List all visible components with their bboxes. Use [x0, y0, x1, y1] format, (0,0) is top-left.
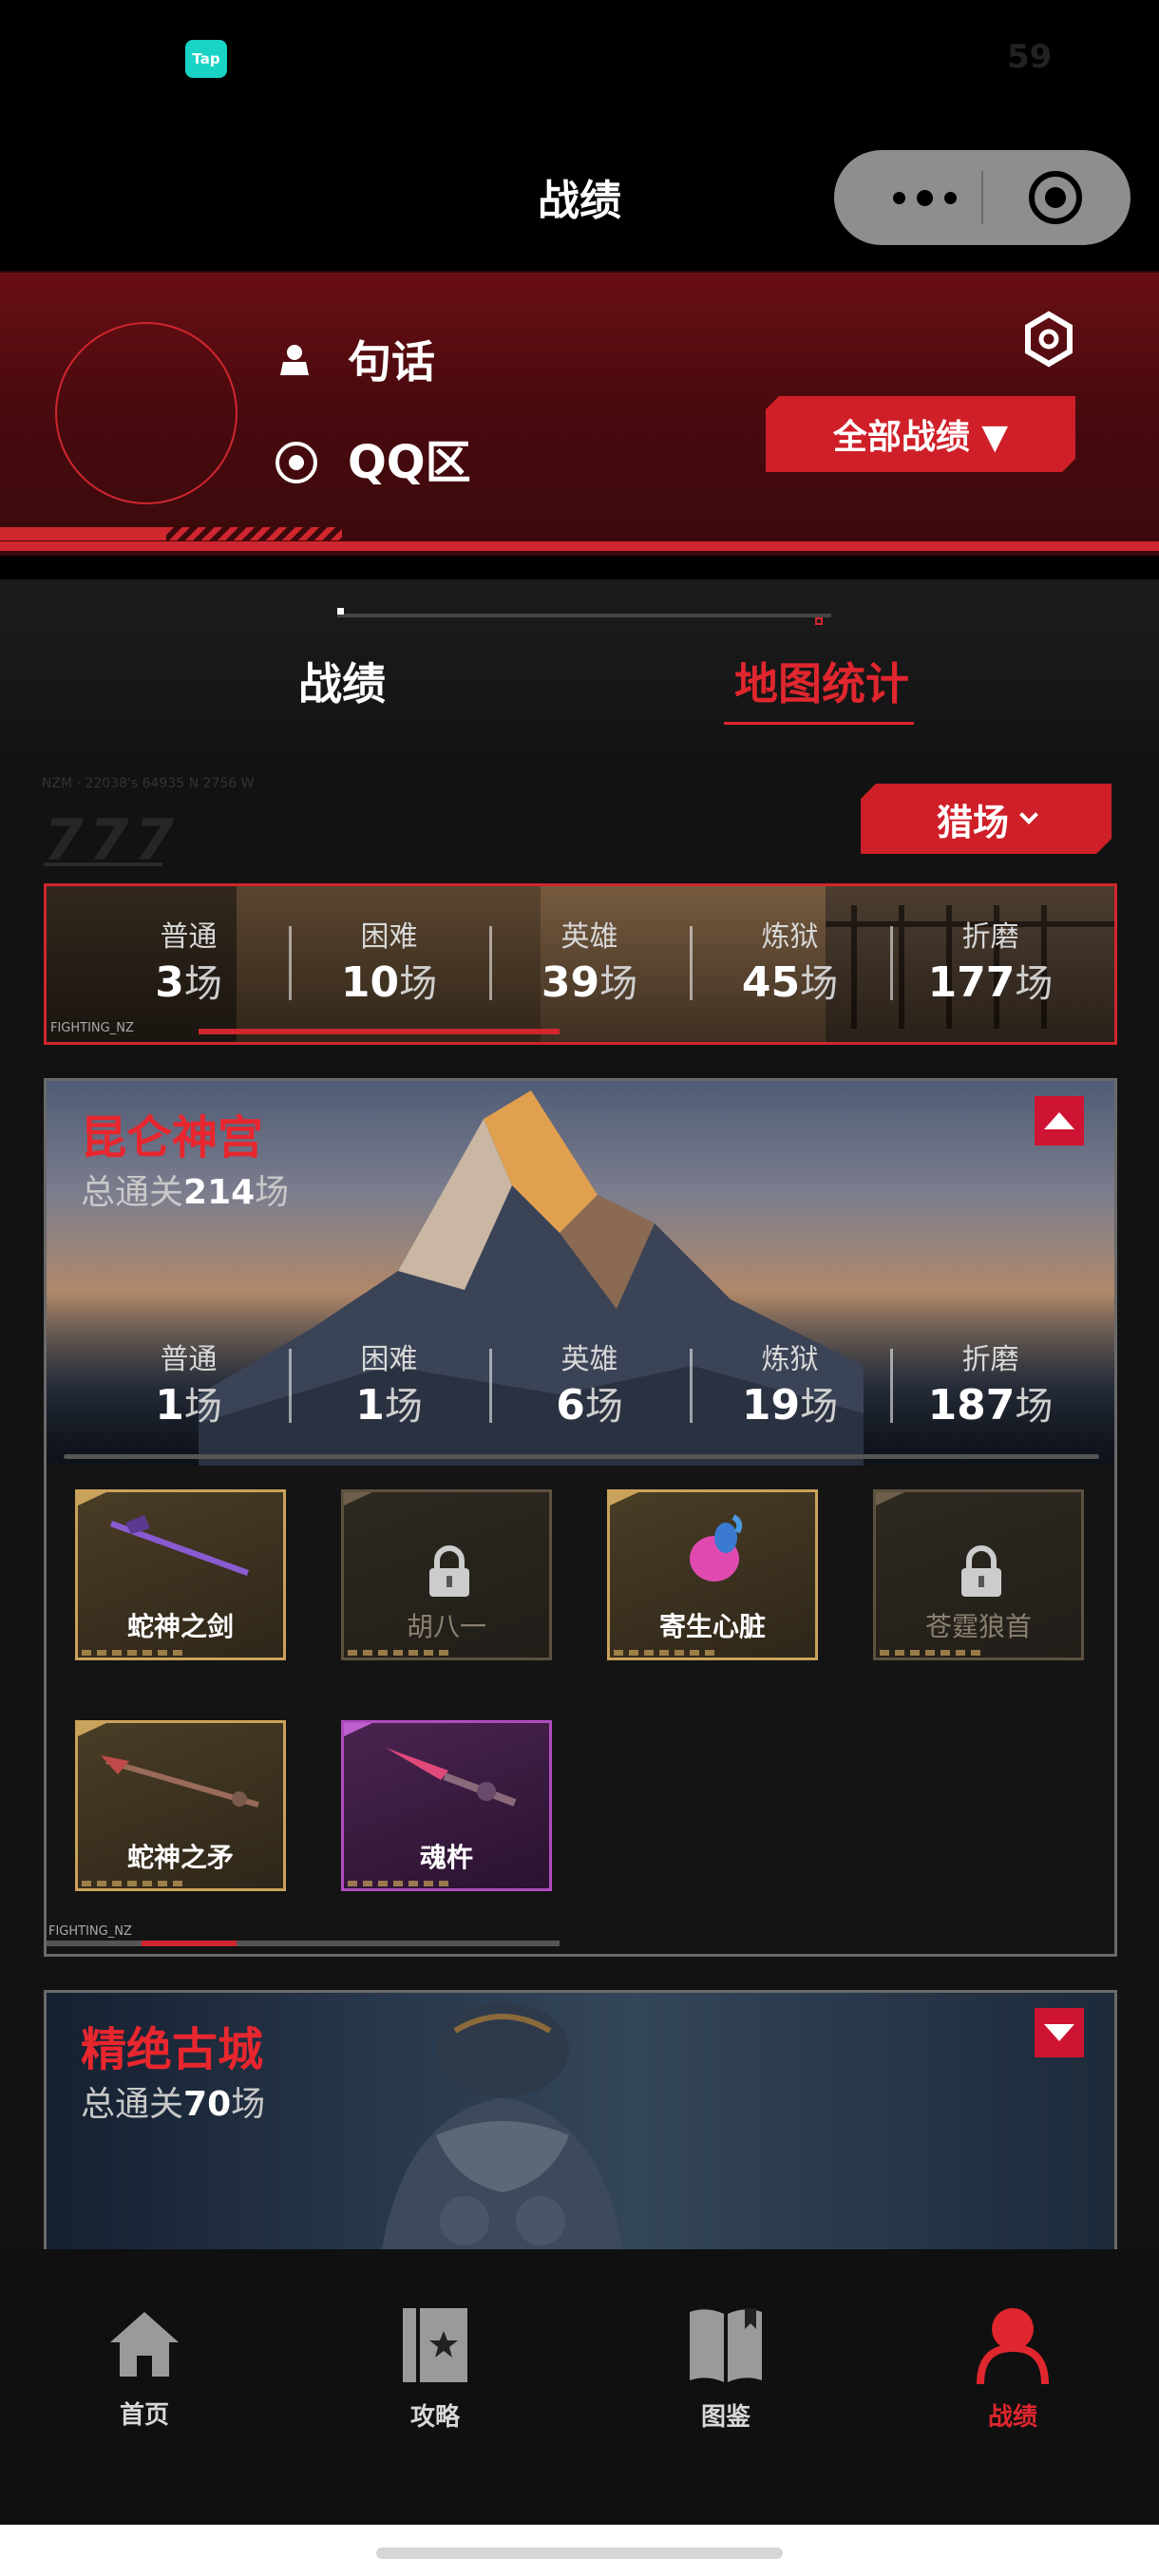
home-indicator[interactable]	[376, 2548, 783, 2559]
mini-program-capsule	[834, 150, 1130, 245]
item-tile[interactable]: 蛇神之矛	[75, 1720, 286, 1891]
stat-torment: 折磨 187场	[890, 1341, 1091, 1441]
decorative-code: NZM · 22038's 64935 N 2756 W	[42, 776, 255, 791]
map-banner-image: 昆仑神宫 总通关214场 普通 1场 困难 1场 英雄 6场 炼狱 19场 折磨 187场	[47, 1081, 1114, 1466]
map-card-kunlun[interactable]: 昆仑神宫 总通关214场 普通 1场 困难 1场 英雄 6场 炼狱 19场 折磨 187场…	[44, 1078, 1117, 1957]
soul-pestle-icon	[386, 1748, 517, 1807]
mode-dropdown-label: 猎场	[936, 801, 1009, 843]
item-tile-locked[interactable]: 胡八一	[341, 1489, 552, 1660]
item-name: 胡八一	[406, 1611, 486, 1642]
item-tile[interactable]: 寄生心脏	[607, 1489, 818, 1660]
item-name: 蛇神之剑	[126, 1611, 234, 1642]
user-name: 句话	[348, 336, 435, 388]
capsule-divider	[981, 171, 983, 224]
close-target-icon[interactable]	[1029, 171, 1082, 224]
codex-book-icon	[690, 2308, 762, 2382]
map-card-jingjue[interactable]: 精绝古城 总通关70场	[44, 1990, 1117, 2265]
triangle-down-icon	[1044, 2024, 1074, 2041]
card-tag: FIGHTING_NZ	[50, 1021, 134, 1035]
nav-records[interactable]: 战绩	[918, 2304, 1108, 2433]
card-footer-bar	[47, 1941, 560, 1946]
map-stats-content: NZM · 22038's 64935 N 2756 W 777 猎场 普通 3场…	[0, 750, 1159, 2265]
server-icon	[276, 442, 317, 483]
item-tile-locked[interactable]: 苍霆狼首	[873, 1489, 1084, 1660]
stat-hero: 英雄 6场	[489, 1341, 690, 1441]
settings-hex-icon[interactable]	[1020, 311, 1077, 368]
card-tag: FIGHTING_NZ	[48, 1924, 132, 1939]
item-name: 蛇神之矛	[126, 1842, 234, 1873]
stat-inferno: 炼狱 45场	[690, 919, 890, 1018]
map-title: 精绝古城	[81, 2023, 264, 2076]
profile-icon	[977, 2308, 1049, 2385]
stat-torment: 折磨 177场	[890, 919, 1091, 1018]
stat-normal: 普通 3场	[155, 920, 222, 1007]
tab-map-stats[interactable]: 地图统计	[703, 650, 940, 712]
active-tab-underline	[724, 722, 914, 725]
status-time: 59	[1007, 38, 1053, 76]
difficulty-stats: 普通 3场 困难 10场 英雄 39场 炼狱 45场 折磨 177场	[88, 919, 1091, 1018]
map-banner-image	[379, 2002, 626, 2263]
server-name: QQ区	[348, 436, 471, 489]
stat-hard: 困难 10场	[289, 919, 489, 1018]
serpent-spear-icon	[101, 1755, 259, 1808]
item-name: 寄生心脏	[658, 1611, 766, 1642]
triangle-up-icon	[1044, 1112, 1074, 1129]
nav-home[interactable]: 首页	[49, 2306, 239, 2431]
tab-track	[337, 614, 831, 617]
difficulty-stats: 普通 1场 困难 1场 英雄 6场 炼狱 19场 折磨 187场	[88, 1341, 1091, 1441]
header-stripe	[0, 527, 166, 540]
lock-icon	[961, 1545, 1001, 1597]
tab-track-marker	[337, 608, 344, 615]
map-title: 昆仑神宫	[81, 1111, 264, 1165]
collapse-toggle[interactable]	[1035, 1096, 1084, 1146]
tab-bar: 战绩 地图统计	[0, 579, 1159, 750]
home-icon	[110, 2312, 179, 2377]
stat-inferno: 炼狱 19场	[690, 1341, 890, 1441]
guide-book-icon	[403, 2308, 467, 2382]
map-card[interactable]: 普通 3场 困难 10场 英雄 39场 炼狱 45场 折磨 177场 FIGHTING_N…	[44, 883, 1117, 1045]
stat-hero: 英雄 39场	[489, 919, 690, 1018]
item-tile[interactable]: 蛇神之剑	[75, 1489, 286, 1660]
stat-hard: 困难 1场	[289, 1341, 489, 1441]
item-name: 苍霆狼首	[924, 1611, 1032, 1642]
all-records-button[interactable]: 全部战绩 ▼	[766, 396, 1075, 472]
map-total-clears: 总通关70场	[81, 2085, 266, 2124]
more-options-icon[interactable]	[872, 179, 977, 217]
lock-icon	[429, 1545, 469, 1597]
avatar[interactable]	[55, 322, 238, 504]
parasite-heart-icon	[690, 1514, 743, 1582]
header-divider	[0, 541, 1159, 551]
decorative-line	[44, 862, 162, 866]
tab-track-marker-active	[815, 617, 823, 625]
nav-guide[interactable]: 攻略	[340, 2306, 530, 2433]
tab-records[interactable]: 战绩	[247, 650, 437, 712]
header-stripe-hatch	[166, 527, 342, 540]
mode-dropdown[interactable]: 猎场	[861, 784, 1112, 854]
item-tile[interactable]: 魂杵	[341, 1720, 552, 1891]
chevron-down-icon	[1019, 805, 1038, 824]
bottom-navigation: 首页 攻略 图鉴 战绩	[0, 2249, 1159, 2525]
tap-app-icon: Tap	[185, 40, 227, 78]
card-accent-bar	[199, 1029, 560, 1034]
stat-normal: 普通 1场	[155, 1343, 222, 1430]
map-total-clears: 总通关214场	[81, 1173, 290, 1212]
expand-toggle[interactable]	[1035, 2008, 1084, 2057]
user-icon	[280, 345, 309, 375]
profile-header: 句话 QQ区 全部战绩 ▼	[0, 271, 1159, 556]
item-name: 魂杵	[419, 1842, 473, 1873]
stats-scrollbar[interactable]	[64, 1454, 1099, 1459]
serpent-sword-icon	[110, 1515, 249, 1576]
nav-codex[interactable]: 图鉴	[631, 2304, 821, 2433]
